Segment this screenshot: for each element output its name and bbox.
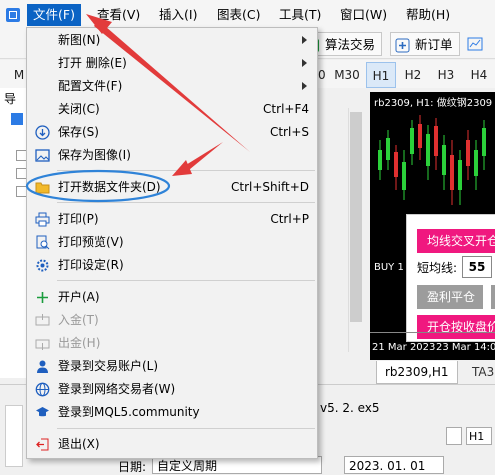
red-arrow-annotation (172, 142, 223, 176)
blue-ellipse-annotation (25, 169, 171, 203)
red-arrow-annotation (86, 14, 250, 152)
annotation-overlay (25, 14, 250, 203)
